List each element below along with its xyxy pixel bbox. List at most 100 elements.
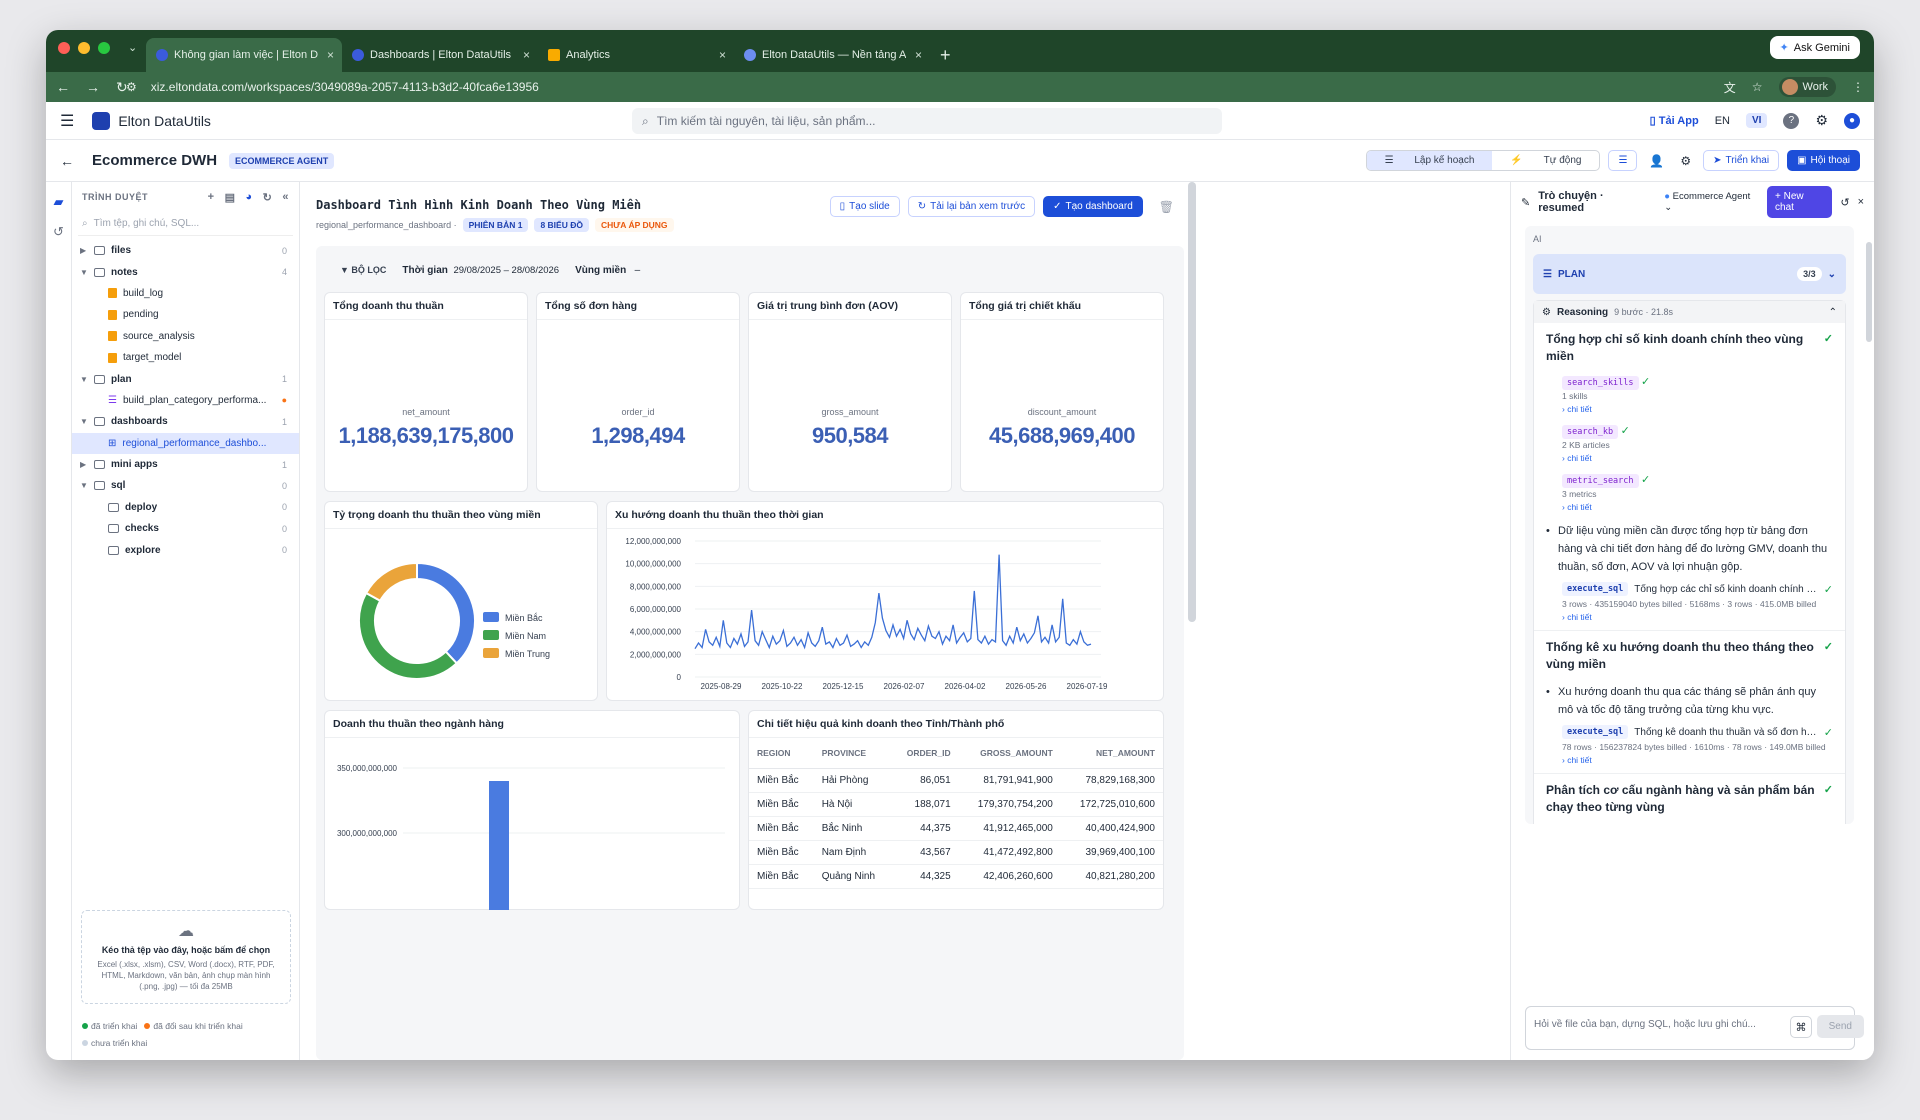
column-header[interactable]: GROSS_AMOUNT (958, 738, 1061, 769)
file-search-input[interactable]: ⌕ Tìm tệp, ghi chú, SQL... (78, 212, 293, 236)
reasoning-header[interactable]: ⚙ Reasoning 9 bước · 21.8s ⌃ (1534, 301, 1845, 323)
global-search-input[interactable]: ⌕ Tìm kiếm tài nguyên, tài liệu, sản phẩm… (632, 108, 1222, 134)
lang-en-button[interactable]: EN (1715, 115, 1730, 127)
browser-tab-dashboards[interactable]: Dashboards | Elton DataUtils × (342, 38, 538, 72)
tree-item-deploy[interactable]: deploy 0 (72, 497, 299, 518)
workspace-settings-icon[interactable]: ⚙ (1676, 154, 1695, 168)
new-tab-button[interactable]: + (930, 38, 961, 72)
ask-gemini-button[interactable]: ✦ Ask Gemini (1769, 36, 1860, 59)
list-view-button[interactable]: ☰ (1608, 150, 1638, 171)
tree-item-build-plan-category-performa[interactable]: ☰ build_plan_category_performa... ● (72, 390, 299, 411)
help-icon[interactable]: ? (1783, 112, 1800, 129)
category-bar[interactable] (489, 781, 509, 910)
scrollbar[interactable] (1188, 182, 1196, 622)
collapse-sidebar-icon[interactable]: « (282, 191, 289, 204)
url-field[interactable]: xiz.eltondata.com/workspaces/3049089a-20… (137, 80, 1724, 94)
new-note-icon[interactable]: ▤ (225, 191, 236, 204)
chevron-down-icon[interactable]: ▼ (80, 417, 88, 426)
details-link[interactable]: › chi tiết (1562, 612, 1833, 622)
tree-item-regional-performance-dashbo[interactable]: ⊞ regional_performance_dashbo... (72, 432, 299, 454)
profile-button[interactable]: Work (1778, 77, 1836, 97)
upload-dropzone[interactable]: ☁ Kéo thả tệp vào đây, hoặc bấm để chọn … (81, 910, 291, 1004)
tree-item-checks[interactable]: checks 0 (72, 518, 299, 539)
conversation-button[interactable]: ▣ Hội thoại (1787, 150, 1860, 171)
mode-auto-button[interactable]: ⚡ Tự động (1492, 151, 1599, 170)
trash-icon[interactable]: 🗑 (1159, 200, 1174, 214)
folder-open-icon[interactable]: ▰ (54, 194, 64, 210)
history-icon[interactable]: ↺ (1840, 196, 1849, 209)
deploy-button[interactable]: ➤ Triển khai (1703, 150, 1780, 171)
translate-icon[interactable]: 文 (1724, 79, 1736, 96)
close-icon[interactable]: × (1858, 196, 1864, 208)
pie-slice-1[interactable] (358, 591, 459, 680)
more-menu-icon[interactable]: ⋮ (1852, 80, 1864, 94)
add-user-icon[interactable]: 👤 (1645, 154, 1668, 168)
chevron-right-icon[interactable]: ▶ (80, 246, 88, 255)
tree-item-sql[interactable]: ▼ sql 0 (72, 475, 299, 496)
details-link[interactable]: › chi tiết (1562, 755, 1833, 765)
chevron-down-icon[interactable]: ▼ (80, 375, 88, 384)
close-window-button[interactable] (58, 42, 70, 54)
refresh-icon[interactable]: ↻ (263, 191, 273, 204)
close-tab-icon[interactable]: × (327, 48, 334, 62)
forward-icon[interactable]: → (86, 79, 100, 96)
plan-toggle[interactable]: ☰ PLAN 3/3 ⌄ (1533, 254, 1846, 294)
details-link[interactable]: › chi tiết (1562, 502, 1833, 512)
pie-slice-0[interactable] (416, 561, 476, 665)
tree-item-files[interactable]: ▶ files 0 (72, 240, 299, 261)
zoom-window-button[interactable] (98, 42, 110, 54)
chevron-down-icon[interactable]: ▼ (80, 268, 88, 277)
tree-item-explore[interactable]: explore 0 (72, 539, 299, 560)
user-account-icon[interactable]: ● (1844, 112, 1860, 129)
browser-tab-analytics[interactable]: Analytics × (538, 38, 734, 72)
chevron-right-icon[interactable]: ▶ (80, 460, 88, 469)
add-icon[interactable]: + (208, 191, 215, 204)
details-link[interactable]: › chi tiết (1562, 453, 1833, 463)
tree-item-mini-apps[interactable]: ▶ mini apps 1 (72, 454, 299, 475)
revenue-series-line[interactable] (694, 554, 1092, 650)
download-app-button[interactable]: ▯ Tải App (1650, 114, 1699, 127)
tree-item-dashboards[interactable]: ▼ dashboards 1 (72, 411, 299, 432)
tree-item-target-model[interactable]: target_model (72, 347, 299, 368)
mode-plan-button[interactable]: ☰ Lập kế hoạch (1366, 151, 1493, 170)
reload-preview-button[interactable]: ↻ Tải lại bản xem trước (907, 196, 1036, 217)
create-slide-button[interactable]: ▯ Tạo slide (829, 196, 900, 217)
tree-item-plan[interactable]: ▼ plan 1 (72, 368, 299, 389)
minimize-window-button[interactable] (78, 42, 90, 54)
tree-item-notes[interactable]: ▼ notes 4 (72, 261, 299, 282)
column-header[interactable]: ORDER_ID (891, 738, 959, 769)
tree-item-pending[interactable]: pending (72, 304, 299, 325)
agent-selector[interactable]: ● Ecommerce Agent ⌄ (1664, 191, 1759, 213)
details-link[interactable]: › chi tiết (1562, 404, 1833, 414)
back-icon[interactable]: ← (56, 79, 70, 96)
settings-gear-icon[interactable]: ⚙ (1815, 112, 1828, 129)
close-tab-icon[interactable]: × (719, 48, 726, 62)
back-arrow-icon[interactable]: ← (60, 153, 74, 169)
browser-tab-platform[interactable]: Elton DataUtils — Nền tảng A × (734, 38, 930, 72)
region-filter[interactable]: Vùng miền – (575, 265, 640, 276)
time-filter[interactable]: Thời gian 29/08/2025 – 28/08/2026 (402, 265, 559, 276)
pie-slice-2[interactable] (364, 561, 418, 603)
send-button[interactable]: Send (1816, 1015, 1864, 1038)
chat-scrollbar[interactable] (1866, 242, 1872, 342)
paperclip-icon[interactable]: ⌘ (1790, 1016, 1812, 1038)
chevron-down-icon[interactable]: ▼ (80, 481, 88, 490)
close-tab-icon[interactable]: × (523, 48, 530, 62)
hamburger-menu-icon[interactable]: ☰ (60, 111, 74, 131)
bookmark-star-icon[interactable]: ☆ (1752, 80, 1763, 94)
column-header[interactable]: REGION (749, 738, 814, 769)
site-info-icon[interactable]: ⚙ (126, 80, 137, 94)
filter-toggle[interactable]: ▼ BỘ LỌC (340, 265, 386, 275)
new-chat-button[interactable]: + New chat (1767, 186, 1833, 218)
lang-vi-button[interactable]: VI (1745, 113, 1768, 128)
browser-tab-workspace[interactable]: Không gian làm việc | Elton D × (146, 38, 342, 72)
tree-item-source-analysis[interactable]: source_analysis (72, 326, 299, 347)
chevron-down-icon[interactable]: ⌄ (128, 41, 137, 54)
create-dashboard-button[interactable]: ✓ Tạo dashboard (1043, 196, 1143, 217)
palette-icon[interactable]: ◕ (246, 191, 253, 204)
close-tab-icon[interactable]: × (915, 48, 922, 62)
history-icon[interactable]: ↺ (53, 224, 64, 240)
column-header[interactable]: NET_AMOUNT (1060, 738, 1163, 769)
column-header[interactable]: PROVINCE (813, 738, 892, 769)
app-logo[interactable]: Elton DataUtils (92, 111, 211, 130)
